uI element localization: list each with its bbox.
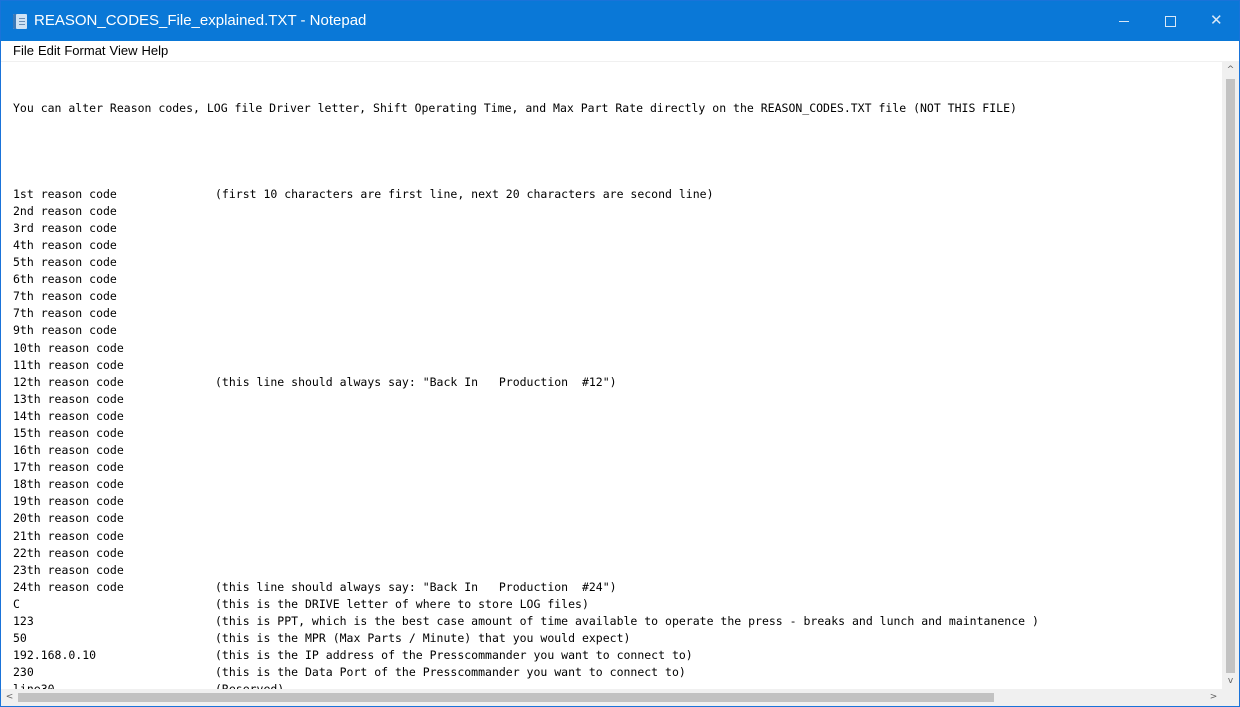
text-line: 6th reason code xyxy=(13,271,1221,288)
text-line: 23th reason code xyxy=(13,562,1221,579)
text-line: 10th reason code xyxy=(13,340,1221,357)
line-value: 20th reason code xyxy=(13,511,124,526)
line-value: 2nd reason code xyxy=(13,203,117,218)
menu-view[interactable]: View xyxy=(106,41,138,60)
text-line: 5th reason code xyxy=(13,254,1221,271)
line-value: 50 xyxy=(13,631,27,646)
scrollbar-corner xyxy=(1222,689,1239,706)
line-value: 24th reason code xyxy=(13,579,124,594)
text-line: 14th reason code xyxy=(13,408,1221,425)
line-value: 14th reason code xyxy=(13,408,124,423)
text-line: 7th reason code xyxy=(13,288,1221,305)
line-comment: (this is the IP address of the Presscomm… xyxy=(215,648,693,663)
line-value: 7th reason code xyxy=(13,289,117,304)
minimize-button[interactable] xyxy=(1101,1,1147,41)
line-comment: (first 10 characters are first line, nex… xyxy=(215,186,714,201)
text-line: 17th reason code xyxy=(13,459,1221,476)
text-line: 123 (this is PPT, which is the best case … xyxy=(13,613,1221,630)
text-line: 20th reason code xyxy=(13,510,1221,527)
text-line: 13th reason code xyxy=(13,391,1221,408)
line-value: 6th reason code xyxy=(13,272,117,287)
line-comment: (this line should always say: "Back In P… xyxy=(215,374,617,389)
text-area[interactable]: You can alter Reason codes, LOG file Dri… xyxy=(1,62,1221,690)
line-value: 15th reason code xyxy=(13,425,124,440)
text-line xyxy=(13,151,1221,168)
text-line xyxy=(13,169,1221,186)
line-value: 230 xyxy=(13,665,34,680)
text-line: 1st reason code (first 10 characters are … xyxy=(13,186,1221,203)
line-value: 19th reason code xyxy=(13,494,124,509)
window-title: REASON_CODES_File_explained.TXT - Notepa… xyxy=(34,12,367,29)
text-line: 7th reason code xyxy=(13,305,1221,322)
title-bar[interactable]: REASON_CODES_File_explained.TXT - Notepa… xyxy=(1,1,1239,41)
line-value: C xyxy=(13,596,20,611)
line-value: 9th reason code xyxy=(13,323,117,338)
notepad-icon xyxy=(13,14,27,29)
intro-line: You can alter Reason codes, LOG file Dri… xyxy=(13,101,1017,116)
text-line: 192.168.0.10 (this is the IP address of t… xyxy=(13,647,1221,664)
text-line: 12th reason code (this line should always… xyxy=(13,374,1221,391)
line-comment: (this is the MPR (Max Parts / Minute) th… xyxy=(215,631,631,646)
menu-format[interactable]: Format xyxy=(60,41,105,60)
line-value: 10th reason code xyxy=(13,340,124,355)
text-line: 16th reason code xyxy=(13,442,1221,459)
line-value: 192.168.0.10 xyxy=(13,648,97,663)
text-line: 21th reason code xyxy=(13,528,1221,545)
menu-help[interactable]: Help xyxy=(137,41,168,60)
text-line: 22th reason code xyxy=(13,545,1221,562)
maximize-icon xyxy=(1165,16,1176,27)
vertical-scrollbar[interactable]: ^ v xyxy=(1222,62,1239,690)
notepad-window: REASON_CODES_File_explained.TXT - Notepa… xyxy=(0,0,1240,707)
line-value: 16th reason code xyxy=(13,443,124,458)
line-value: 13th reason code xyxy=(13,391,124,406)
scroll-right-arrow-icon[interactable]: > xyxy=(1205,689,1222,706)
line-value: 23th reason code xyxy=(13,562,124,577)
line-value: 1st reason code xyxy=(13,186,117,201)
editor[interactable]: You can alter Reason codes, LOG file Dri… xyxy=(1,61,1239,706)
close-button[interactable]: ✕ xyxy=(1193,1,1239,41)
scroll-left-arrow-icon[interactable]: < xyxy=(1,689,18,706)
line-value: 4th reason code xyxy=(13,237,117,252)
line-comment: (this is PPT, which is the best case amo… xyxy=(215,614,1039,628)
line-value: 7th reason code xyxy=(13,306,117,321)
minimize-icon xyxy=(1119,21,1129,22)
menu-edit[interactable]: Edit xyxy=(34,41,60,60)
line-value: 3rd reason code xyxy=(13,220,117,235)
menu-bar: File Edit Format View Help xyxy=(1,41,1239,61)
text-line: 50 (this is the MPR (Max Parts / Minute) … xyxy=(13,630,1221,647)
text-line: 11th reason code xyxy=(13,357,1221,374)
menu-file[interactable]: File xyxy=(1,41,34,60)
text-line: 18th reason code xyxy=(13,476,1221,493)
text-line: C (this is the DRIVE letter of where to s… xyxy=(13,596,1221,613)
line-value: 17th reason code xyxy=(13,460,124,475)
text-line: 24th reason code (this line should always… xyxy=(13,579,1221,596)
text-line: 230 (this is the Data Port of the Pressco… xyxy=(13,664,1221,681)
scroll-down-arrow-icon[interactable]: v xyxy=(1222,673,1239,690)
vertical-scroll-thumb[interactable] xyxy=(1226,79,1235,673)
horizontal-scrollbar[interactable]: < > xyxy=(1,689,1222,706)
line-value: 5th reason code xyxy=(13,255,117,270)
line-value: 21th reason code xyxy=(13,528,124,543)
line-comment: (this line should always say: "Back In P… xyxy=(215,579,617,594)
text-line: 15th reason code xyxy=(13,425,1221,442)
line-value: 22th reason code xyxy=(13,545,124,560)
line-value: 123 xyxy=(13,614,34,628)
text-line: 4th reason code xyxy=(13,237,1221,254)
maximize-button[interactable] xyxy=(1147,1,1193,41)
text-line: 3rd reason code xyxy=(13,220,1221,237)
line-value: 18th reason code xyxy=(13,477,124,492)
text-line: 2nd reason code xyxy=(13,203,1221,220)
line-value: 12th reason code xyxy=(13,374,124,389)
line-comment: (this is the DRIVE letter of where to st… xyxy=(215,596,589,611)
line-value: 11th reason code xyxy=(13,357,124,372)
text-line: 19th reason code xyxy=(13,493,1221,510)
scroll-up-arrow-icon[interactable]: ^ xyxy=(1222,62,1239,79)
close-icon: ✕ xyxy=(1210,11,1223,29)
line-comment: (this is the Data Port of the Presscomma… xyxy=(215,665,686,680)
horizontal-scroll-thumb[interactable] xyxy=(18,693,994,702)
text-line: 9th reason code xyxy=(13,322,1221,339)
